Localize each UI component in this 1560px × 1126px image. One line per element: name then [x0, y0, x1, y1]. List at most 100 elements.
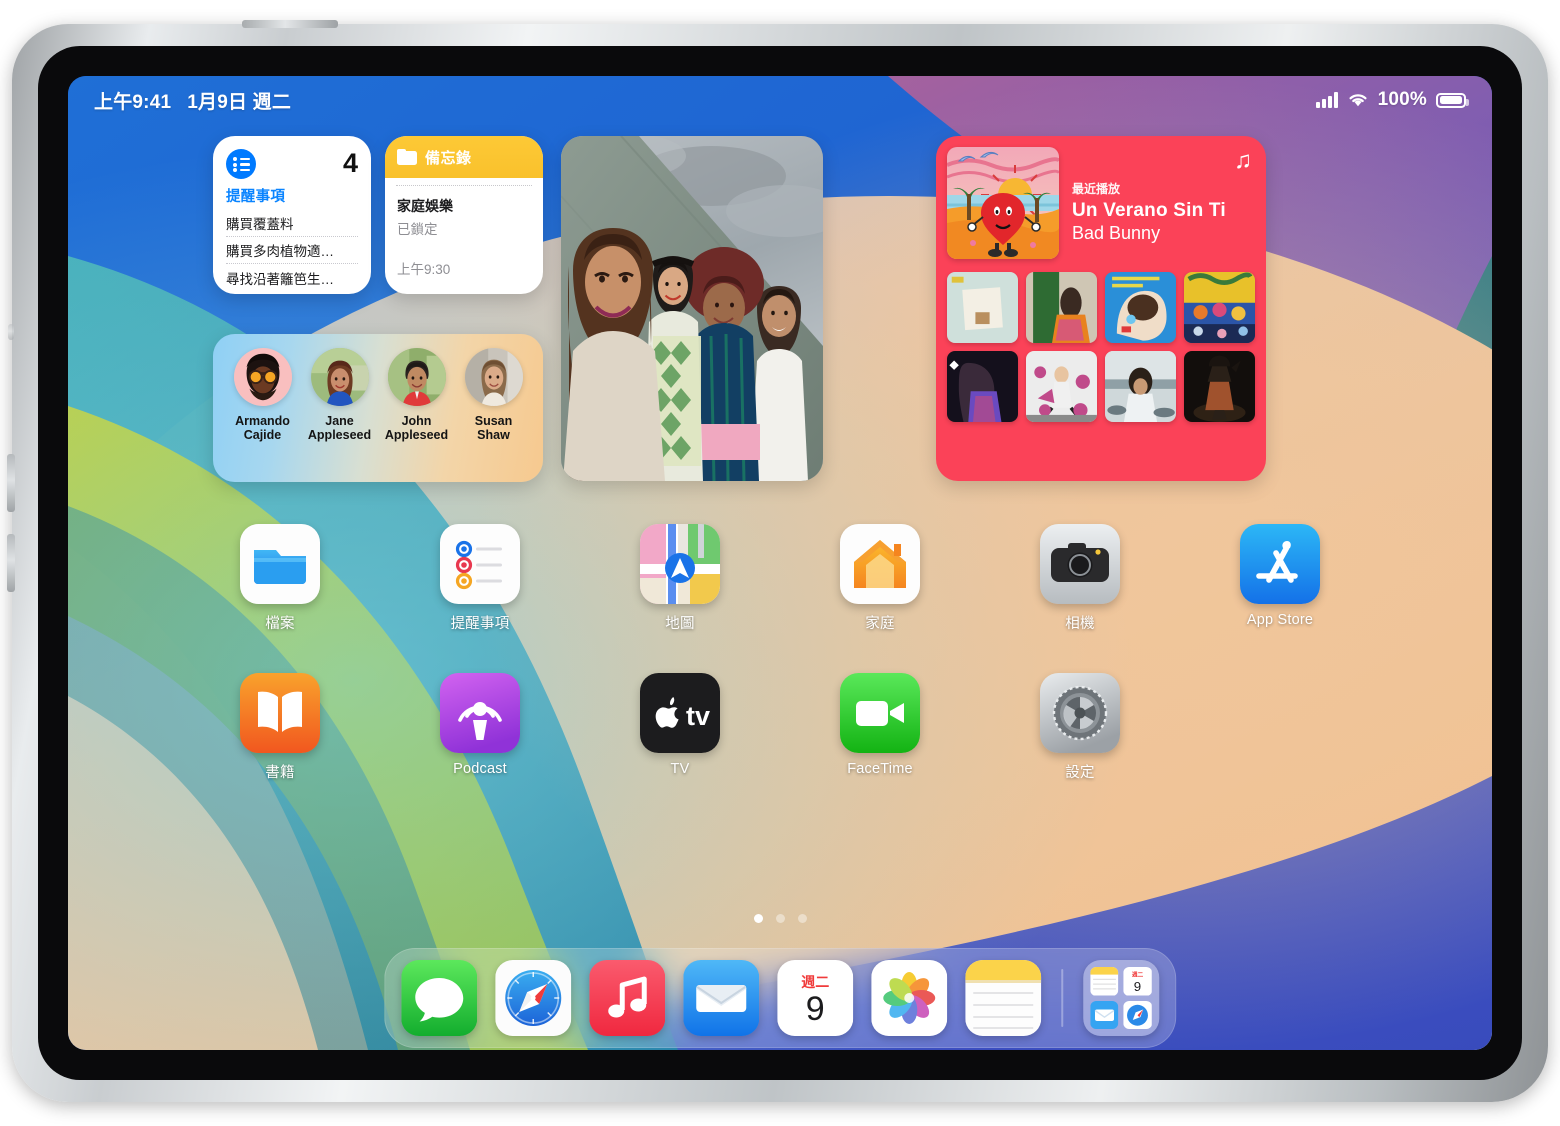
app-files[interactable]: 檔案 — [207, 524, 353, 633]
music-now-playing: 最近播放 Un Verano Sin Ti Bad Bunny ♫ — [947, 147, 1255, 259]
notes-widget[interactable]: 備忘錄 家庭娛樂 已鎖定 上午9:30 — [385, 136, 543, 294]
album-thumbnail[interactable] — [947, 351, 1018, 422]
app-label: 書籍 — [265, 765, 295, 781]
contact-armando-cajide[interactable]: Armando Cajide — [227, 348, 298, 442]
notes-icon[interactable] — [965, 960, 1042, 1036]
contacts-row: Armando Cajide Jane Appleseed John Apple… — [227, 348, 529, 442]
safari-icon[interactable] — [495, 960, 572, 1036]
mail-icon[interactable] — [683, 960, 760, 1036]
mini-calendar-icon: 週二 9 — [1123, 967, 1152, 996]
album-thumbnail[interactable] — [947, 272, 1018, 343]
contact-susan-shaw[interactable]: Susan Shaw — [458, 348, 529, 442]
tv-icon: tv — [640, 673, 720, 753]
album-thumbnail[interactable] — [1105, 351, 1176, 422]
appstore-icon — [1240, 524, 1320, 604]
app-facetime[interactable]: FaceTime — [807, 673, 953, 782]
app-app-store[interactable]: App Store — [1207, 524, 1353, 633]
note-status: 已鎖定 — [397, 222, 438, 237]
battery-icon — [1436, 92, 1469, 108]
photos-icon[interactable] — [871, 960, 948, 1036]
contacts-widget[interactable]: Armando Cajide Jane Appleseed John Apple… — [213, 334, 543, 482]
status-bar: 上午9:41 1月9日 週二 100% — [68, 76, 1492, 124]
svg-text:週二: 週二 — [1132, 971, 1144, 979]
podcasts-icon — [440, 673, 520, 753]
music-album-grid — [947, 272, 1255, 422]
page-dot-3[interactable] — [797, 914, 807, 923]
app-label: FaceTime — [847, 761, 913, 777]
app-row-2: 書籍 Podcast tv TV FaceTime 設定 — [68, 673, 1492, 782]
list-item[interactable]: 尋找沿著籬笆生… — [226, 264, 358, 291]
contact-john-appleseed[interactable]: John Appleseed — [381, 348, 452, 442]
photo-avatar — [464, 348, 523, 406]
smart-connector — [8, 324, 14, 340]
album-thumbnail[interactable] — [1105, 272, 1176, 343]
contact-name: Susan Shaw — [474, 414, 513, 442]
app-grid-empty-slot — [1207, 673, 1353, 782]
note-time: 上午9:30 — [397, 262, 451, 277]
screenshot-root: 上午9:41 1月9日 週二 100% 4 提醒事項 購買覆蓋料 購買多肉植物適… — [0, 0, 1560, 1126]
app-grid: 檔案 提醒事項 地圖 家庭 相機 App Store 書籍 Podcast tv… — [68, 524, 1492, 822]
list-item[interactable]: 購買多肉植物適… — [226, 237, 358, 264]
reminders-icon — [226, 149, 256, 179]
album-thumbnail[interactable] — [1184, 351, 1255, 422]
reminders-widget[interactable]: 4 提醒事項 購買覆蓋料 購買多肉植物適… 尋找沿著籬笆生… — [213, 136, 371, 294]
album-thumbnail[interactable] — [1026, 351, 1097, 422]
svg-text:tv: tv — [686, 701, 710, 731]
messages-icon[interactable] — [401, 960, 478, 1036]
ipad-screen: 上午9:41 1月9日 週二 100% 4 提醒事項 購買覆蓋料 購買多肉植物適… — [68, 76, 1492, 1050]
photo-avatar — [387, 348, 446, 406]
notes-widget-body: 家庭娛樂 已鎖定 上午9:30 — [385, 186, 543, 278]
cellular-signal-icon — [1316, 92, 1338, 108]
album-artwork — [947, 147, 1059, 259]
app-podcasts[interactable]: Podcast — [407, 673, 553, 782]
recent-apps-folder[interactable]: 週二 9 — [1082, 960, 1159, 1036]
status-date: 1月9日 週二 — [187, 91, 292, 113]
volume-down-button[interactable] — [7, 534, 15, 592]
status-bar-right: 100% — [1316, 89, 1469, 111]
memoji-avatar — [233, 348, 292, 406]
app-label: 相機 — [1065, 616, 1095, 632]
mini-notes-icon — [1089, 967, 1119, 996]
app-home[interactable]: 家庭 — [807, 524, 953, 633]
photos-widget[interactable] — [561, 136, 823, 481]
svg-text:週二: 週二 — [801, 974, 829, 990]
app-label: App Store — [1246, 612, 1314, 628]
mini-mail-icon — [1089, 1000, 1119, 1029]
music-note-icon: ♫ — [1234, 147, 1252, 174]
app-tv[interactable]: tv TV — [607, 673, 753, 782]
files-icon — [240, 524, 320, 604]
status-time: 上午9:41 — [94, 91, 172, 113]
power-button[interactable] — [242, 20, 338, 28]
maps-icon — [640, 524, 720, 604]
album-thumbnail[interactable] — [1026, 272, 1097, 343]
page-indicator[interactable] — [68, 914, 1492, 923]
app-camera[interactable]: 相機 — [1007, 524, 1153, 633]
list-item[interactable]: 購買覆蓋料 — [226, 209, 358, 237]
wifi-icon — [1347, 92, 1369, 108]
dock: 週二 9 週二 9 — [384, 948, 1176, 1048]
music-widget[interactable]: 最近播放 Un Verano Sin Ti Bad Bunny ♫ — [936, 136, 1266, 481]
contact-jane-appleseed[interactable]: Jane Appleseed — [304, 348, 375, 442]
music-kicker: 最近播放 — [1072, 182, 1121, 196]
app-label: 提醒事項 — [450, 616, 510, 632]
page-dot-1[interactable] — [753, 914, 763, 923]
app-maps[interactable]: 地圖 — [607, 524, 753, 633]
contact-name: Armando Cajide — [235, 414, 290, 442]
volume-up-button[interactable] — [7, 454, 15, 512]
calendar-icon[interactable]: 週二 9 — [777, 960, 854, 1036]
app-settings[interactable]: 設定 — [1007, 673, 1153, 782]
app-label: 地圖 — [665, 616, 695, 632]
status-bar-left: 上午9:41 1月9日 週二 — [94, 87, 291, 114]
home-icon — [840, 524, 920, 604]
app-label: 檔案 — [265, 616, 295, 632]
album-thumbnail[interactable] — [1184, 272, 1255, 343]
app-books[interactable]: 書籍 — [207, 673, 353, 782]
music-artist: Bad Bunny — [1072, 223, 1161, 243]
reminders-icon — [440, 524, 520, 604]
music-icon[interactable] — [589, 960, 666, 1036]
svg-text:9: 9 — [806, 990, 825, 1028]
photo-avatar — [310, 348, 369, 406]
app-label: 家庭 — [865, 616, 895, 632]
page-dot-2[interactable] — [775, 914, 785, 923]
app-reminders[interactable]: 提醒事項 — [407, 524, 553, 633]
